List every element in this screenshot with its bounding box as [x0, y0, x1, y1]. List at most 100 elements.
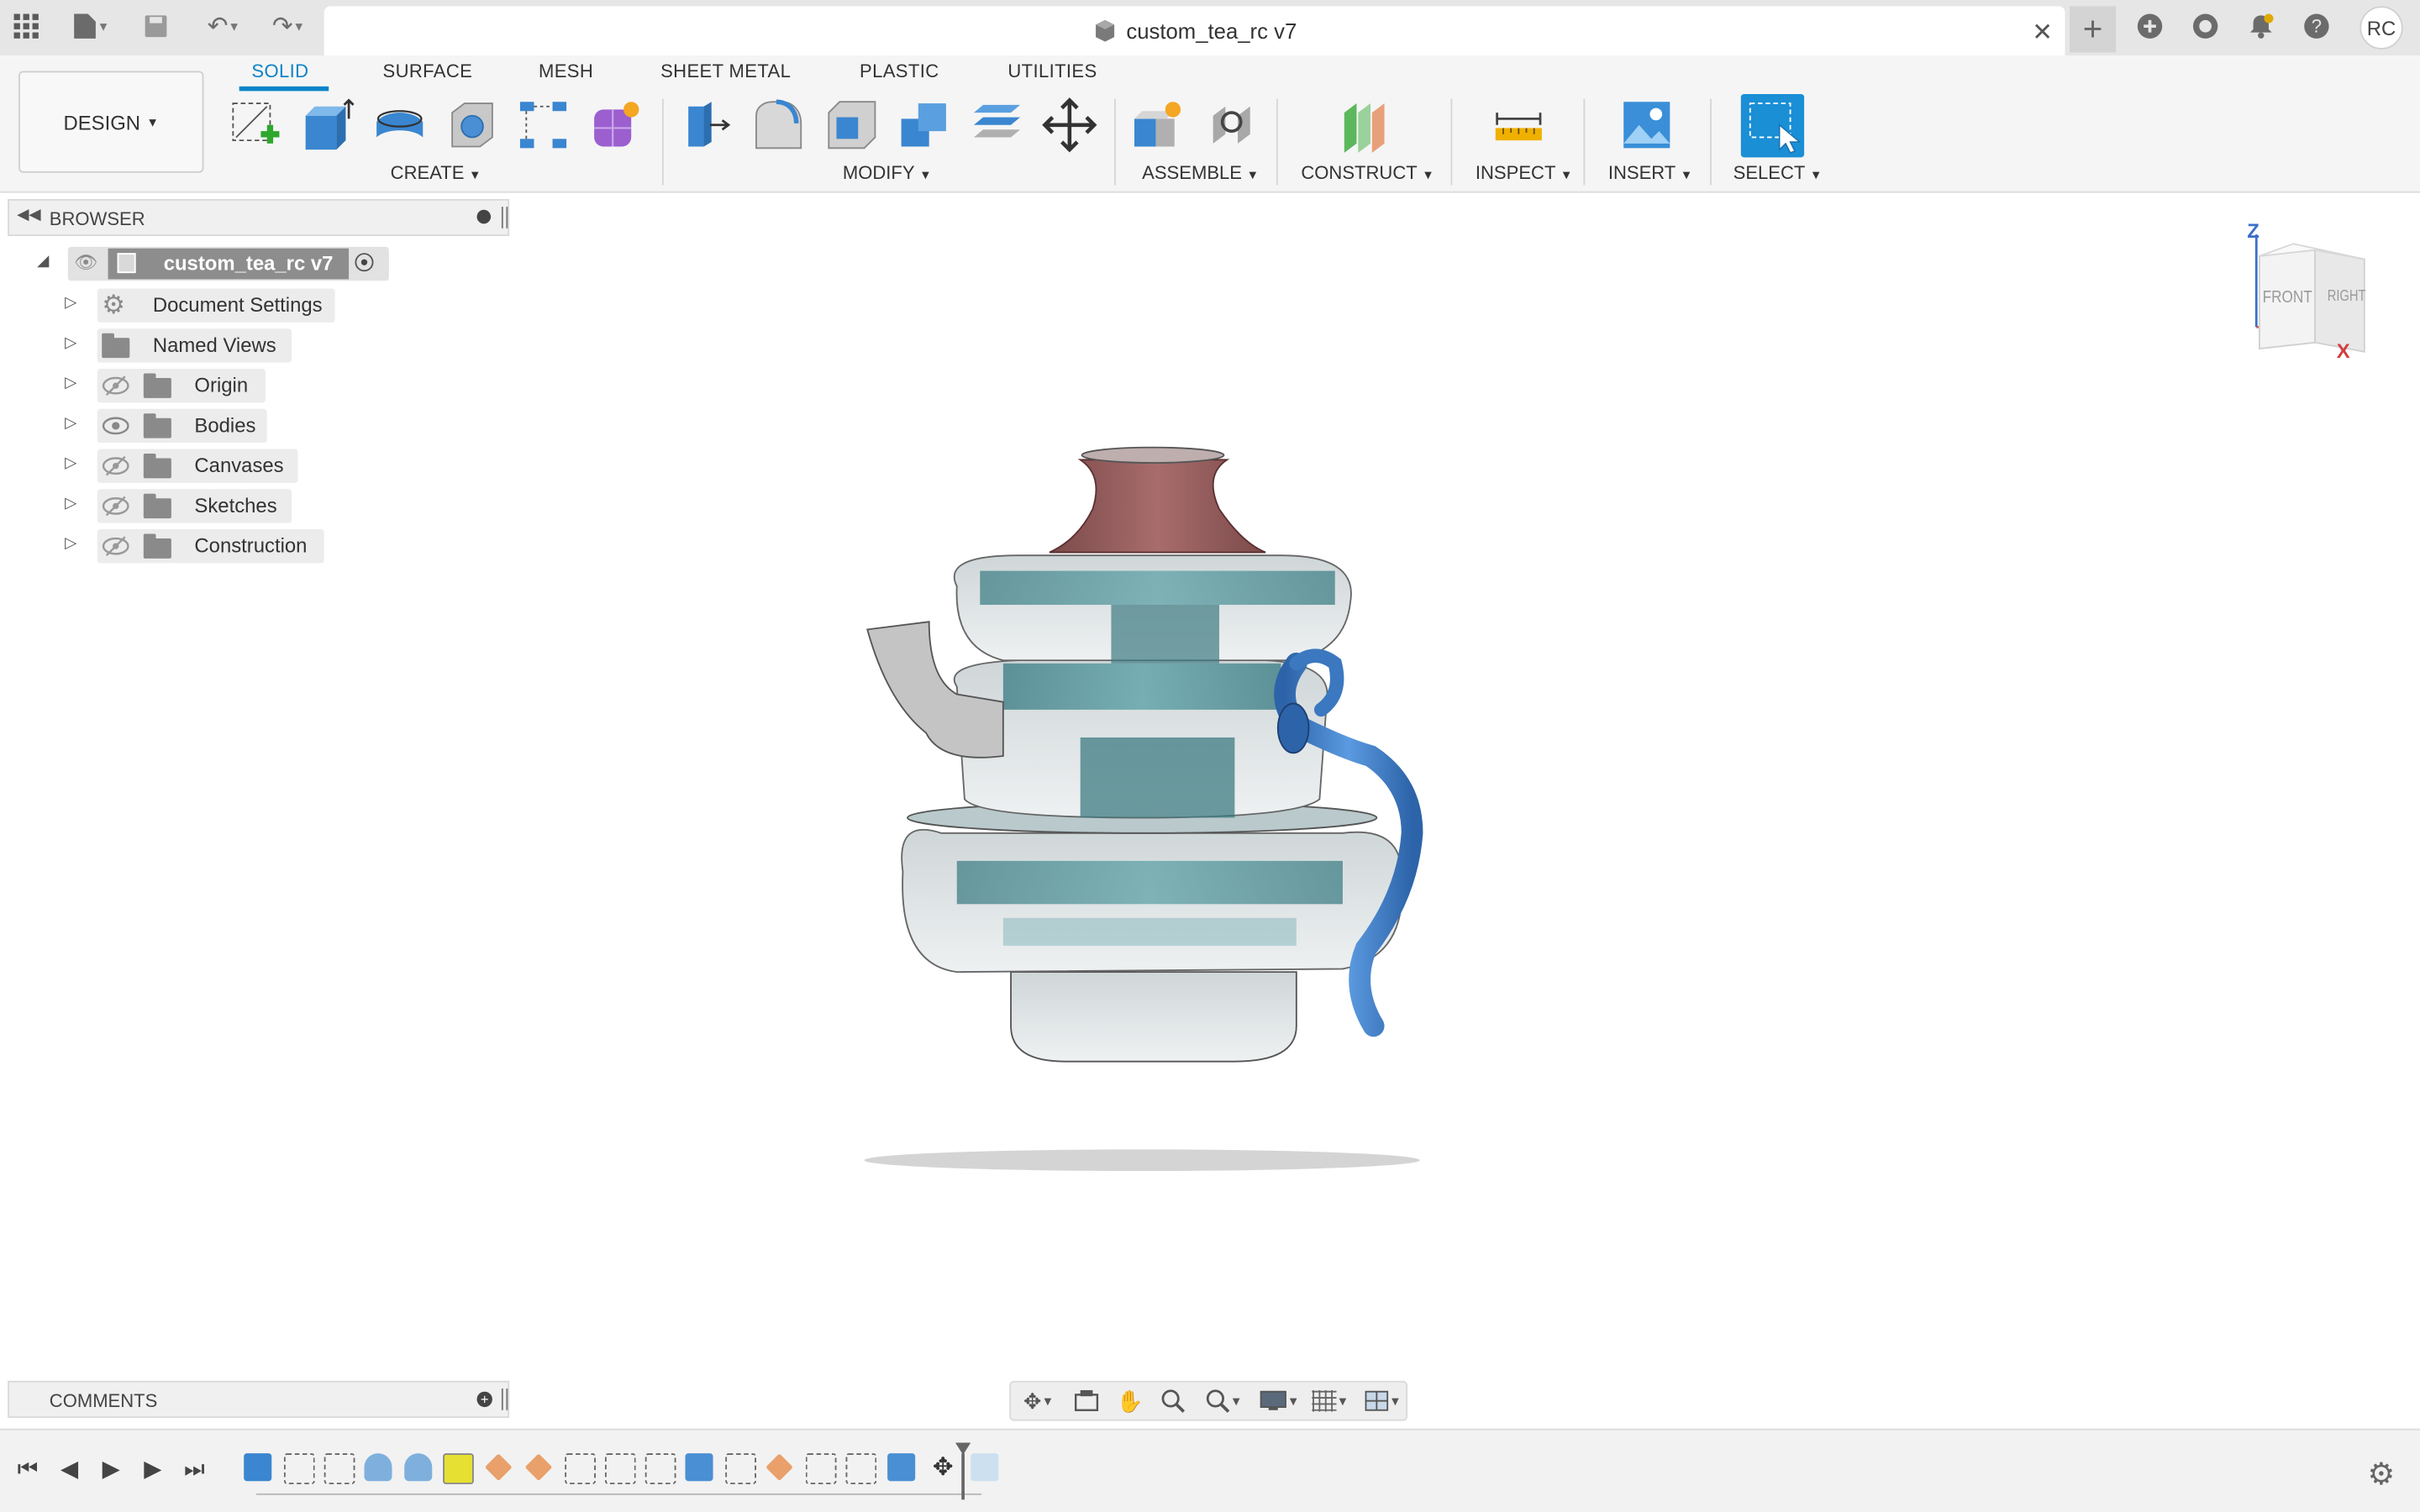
user-avatar[interactable]: RC [2360, 6, 2403, 50]
move-copy-icon[interactable] [1040, 96, 1099, 155]
combine-icon[interactable] [895, 96, 954, 155]
orbit-icon[interactable]: ✥ ▼ [1014, 1388, 1064, 1413]
timeline-sketch-feature[interactable] [604, 1453, 636, 1484]
add-comment-icon[interactable]: + [476, 1391, 492, 1408]
look-at-icon[interactable] [1070, 1389, 1103, 1413]
workspace-switcher[interactable]: DESIGN ▼ [18, 71, 204, 173]
browser-item-construction[interactable]: ▷ Construction [0, 528, 509, 564]
timeline-settings-gear-icon[interactable]: ⚙ [2367, 1455, 2395, 1494]
timeline-move-feature[interactable]: ✥ [929, 1453, 957, 1481]
visibility-eye-icon[interactable]: 👁 [74, 251, 97, 273]
timeline-combine-feature[interactable] [887, 1453, 916, 1482]
joint-icon[interactable] [1202, 96, 1261, 155]
job-status-icon[interactable] [2188, 9, 2222, 43]
visibility-eye-icon[interactable] [102, 415, 129, 437]
inspect-menu[interactable]: INSPECT ▼ [1476, 162, 1573, 184]
timeline-revolve-feature[interactable] [364, 1453, 392, 1482]
fit-zoom-icon[interactable]: ▼ [1199, 1389, 1249, 1413]
timeline-revolve-feature[interactable] [404, 1453, 433, 1482]
measure-icon[interactable] [1489, 96, 1548, 155]
insert-image-icon[interactable] [1618, 96, 1676, 155]
timeline-sketch-feature[interactable] [805, 1453, 837, 1484]
tab-mesh[interactable]: MESH [539, 60, 593, 82]
panel-resize-handle[interactable] [501, 207, 508, 228]
tab-plastic[interactable]: PLASTIC [860, 60, 939, 82]
visibility-hidden-icon[interactable] [102, 375, 129, 396]
pan-hand-icon[interactable]: ✋ [1113, 1388, 1146, 1413]
hole-icon[interactable] [443, 96, 502, 155]
expand-triangle-icon[interactable]: ▷ [65, 335, 76, 352]
file-menu-icon[interactable]: ▼ [65, 9, 117, 43]
press-pull-icon[interactable] [677, 96, 736, 155]
shell-icon[interactable] [823, 96, 881, 155]
extensions-icon[interactable] [2133, 9, 2166, 43]
panel-resize-handle[interactable] [501, 1389, 508, 1410]
tab-solid[interactable]: SOLID [251, 60, 308, 82]
tab-utilities[interactable]: UTILITIES [1007, 60, 1097, 82]
collapse-panel-icon[interactable]: ◀◀ [17, 207, 40, 223]
timeline-loft-feature[interactable] [765, 1453, 793, 1482]
save-icon[interactable] [139, 9, 172, 43]
timeline-marker[interactable] [961, 1453, 965, 1500]
timeline-sketch-feature[interactable] [845, 1453, 877, 1484]
timeline-sketch-feature[interactable] [324, 1453, 355, 1484]
comments-panel[interactable]: COMMENTS + [8, 1380, 510, 1418]
document-tab[interactable]: custom_tea_rc v7 ✕ [324, 6, 2065, 56]
expand-triangle-icon[interactable]: ▷ [65, 415, 76, 432]
timeline-suppressed-feature[interactable] [971, 1453, 999, 1482]
expand-triangle-icon[interactable]: ▷ [65, 535, 76, 552]
visibility-hidden-icon[interactable] [102, 496, 129, 517]
timeline-sketch-selected[interactable] [443, 1453, 474, 1484]
step-back-icon[interactable]: ◀ [52, 1452, 86, 1485]
browser-item-origin[interactable]: ▷ Origin [0, 368, 509, 403]
insert-menu[interactable]: INSERT ▼ [1608, 162, 1693, 184]
notifications-icon[interactable] [2244, 9, 2278, 43]
app-grid-icon[interactable] [9, 9, 43, 43]
view-cube[interactable]: Z X FRONT RIGHT [2241, 219, 2383, 363]
expand-triangle-icon[interactable]: ▷ [65, 455, 76, 472]
tab-sheet-metal[interactable]: SHEET METAL [660, 60, 791, 82]
fillet-icon[interactable] [750, 96, 809, 155]
pin-panel-icon[interactable] [476, 209, 492, 224]
browser-root-row[interactable]: ◢ 👁 custom_tea_rc v7 [0, 246, 509, 281]
tab-surface[interactable]: SURFACE [383, 60, 473, 82]
browser-item-document-settings[interactable]: ▷ ⚙ Document Settings [0, 288, 509, 323]
new-component-icon[interactable] [1128, 96, 1187, 155]
modify-menu[interactable]: MODIFY ▼ [843, 162, 932, 184]
play-icon[interactable]: ▶ [94, 1452, 128, 1485]
go-to-end-icon[interactable]: ⏭ [177, 1452, 211, 1485]
create-sketch-icon[interactable] [225, 96, 284, 155]
extrude-icon[interactable] [297, 96, 356, 155]
assemble-menu[interactable]: ASSEMBLE ▼ [1142, 162, 1259, 184]
create-menu[interactable]: CREATE ▼ [391, 162, 481, 184]
expand-triangle-icon[interactable]: ▷ [65, 375, 76, 391]
new-tab-button[interactable]: + [2070, 6, 2117, 53]
close-tab-icon[interactable]: ✕ [2032, 17, 2053, 48]
zoom-icon[interactable] [1156, 1389, 1190, 1413]
offset-plane-icon[interactable] [1337, 96, 1396, 155]
select-tool-icon[interactable] [1740, 94, 1805, 158]
display-settings-icon[interactable]: ▼ [1255, 1389, 1304, 1413]
offset-face-icon[interactable] [968, 96, 1027, 155]
browser-item-canvases[interactable]: ▷ Canvases [0, 449, 509, 483]
cube-face-front[interactable]: FRONT [2263, 288, 2312, 307]
expand-triangle-icon[interactable]: ▷ [65, 295, 76, 312]
browser-panel-header[interactable]: ◀◀ BROWSER [8, 198, 510, 237]
visibility-hidden-icon[interactable] [102, 455, 129, 477]
collapse-triangle-icon[interactable]: ◢ [37, 253, 49, 270]
viewports-icon[interactable]: ▼ [1360, 1389, 1406, 1413]
timeline-loft-feature[interactable] [484, 1453, 513, 1482]
timeline-sketch-feature[interactable] [725, 1453, 756, 1484]
visibility-hidden-icon[interactable] [102, 535, 129, 557]
browser-item-named-views[interactable]: ▷ Named Views [0, 328, 509, 363]
step-forward-icon[interactable]: ▶ [136, 1452, 170, 1485]
browser-item-bodies[interactable]: ▷ Bodies [0, 408, 509, 444]
teapot-model[interactable] [834, 432, 1451, 1188]
timeline-canvas-feature[interactable] [244, 1453, 272, 1482]
timeline-sketch-feature[interactable] [283, 1453, 315, 1484]
activate-radio[interactable] [355, 253, 374, 272]
go-to-start-icon[interactable]: ⏮ [11, 1452, 45, 1485]
undo-icon[interactable]: ↶ ▼ [197, 9, 250, 43]
timeline-shell-feature[interactable] [685, 1453, 713, 1482]
expand-triangle-icon[interactable]: ▷ [65, 496, 76, 512]
